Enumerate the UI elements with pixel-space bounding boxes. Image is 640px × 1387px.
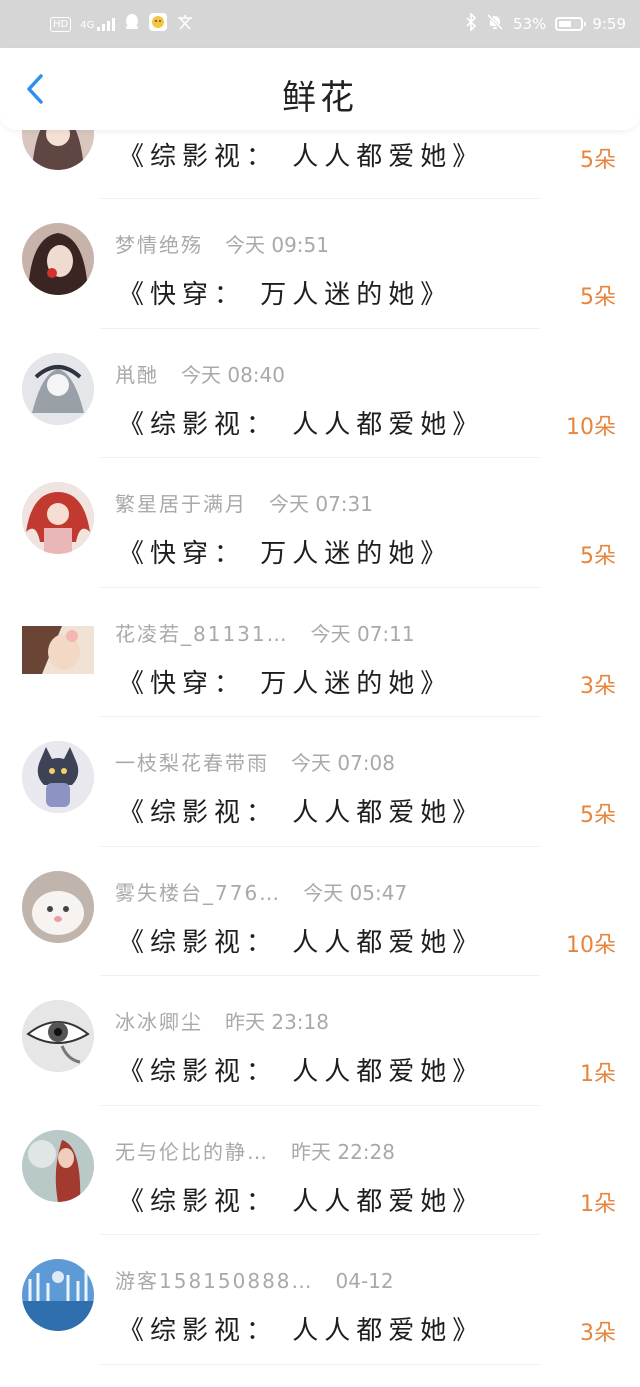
gift-meta: 无与伦比的静… 昨天 22:28 <box>115 1136 395 1165</box>
flower-count: 3朵 <box>580 1321 616 1346</box>
flower-count: 1朵 <box>580 1191 616 1217</box>
user-name[interactable]: 无与伦比的静… <box>115 1136 269 1165</box>
flower-count: 10朵 <box>566 932 616 958</box>
book-title[interactable]: 《综影视： 人人都爱她》 <box>118 1181 484 1218</box>
flower-gift-list: 《综影视： 人人都爱她》 5朵 梦情绝殇 今天 09:51 《快穿： 万人迷的她… <box>0 130 640 1387</box>
battery-icon <box>555 17 587 31</box>
user-name[interactable]: 鼡酏 <box>115 359 159 388</box>
timestamp: 昨天 22:28 <box>291 1139 395 1164</box>
4g-signal-icon: 4G <box>80 17 116 31</box>
flower-count: 5朵 <box>580 285 616 310</box>
list-item[interactable]: 花凌若_81131… 今天 07:11 《快穿： 万人迷的她》 3朵 <box>0 588 640 717</box>
book-title[interactable]: 《综影视： 人人都爱她》 <box>118 922 484 959</box>
hd-icon: HD <box>50 16 72 32</box>
flower-count: 5朵 <box>580 544 616 569</box>
flower-count: 1朵 <box>580 1062 616 1087</box>
qq-penguin-icon <box>124 13 140 35</box>
timestamp: 今天 05:47 <box>303 880 408 905</box>
flower-count: 5朵 <box>580 803 616 828</box>
book-title[interactable]: 《快穿： 万人迷的她》 <box>118 663 452 700</box>
timestamp: 今天 07:11 <box>310 621 415 646</box>
timestamp: 今天 09:51 <box>225 233 329 257</box>
avatar[interactable] <box>22 1000 94 1072</box>
list-item[interactable]: 游客158150888… 04-12 《综影视： 人人都爱她》 3朵 <box>0 1235 640 1365</box>
gift-meta: 梦情绝殇 今天 09:51 <box>115 229 329 258</box>
gift-meta: 一枝梨花春带雨 今天 07:08 <box>115 747 395 776</box>
gift-meta: 游客158150888… 04-12 <box>115 1265 394 1294</box>
user-name[interactable]: 冰冰卿尘 <box>115 1006 203 1035</box>
text-icon <box>176 14 194 34</box>
flower-count: 10朵 <box>566 414 616 440</box>
user-name[interactable]: 花凌若_81131… <box>115 618 289 647</box>
gift-meta: 鼡酏 今天 08:40 <box>115 359 285 388</box>
status-right: 53% 9:59 <box>465 12 626 35</box>
timestamp: 今天 07:31 <box>269 492 373 516</box>
avatar[interactable] <box>22 625 94 674</box>
battery-percent: 53% <box>512 15 547 33</box>
book-title[interactable]: 《综影视： 人人都爱她》 <box>118 404 484 441</box>
avatar[interactable] <box>22 130 94 170</box>
avatar[interactable] <box>22 223 94 295</box>
flower-count: 3朵 <box>580 673 616 699</box>
gift-meta: 冰冰卿尘 昨天 23:18 <box>115 1006 329 1035</box>
flower-count: 5朵 <box>580 148 616 173</box>
avatar[interactable] <box>22 741 94 813</box>
timestamp: 昨天 23:18 <box>225 1010 329 1034</box>
avatar[interactable] <box>22 352 94 425</box>
page-title: 鲜花 <box>282 78 358 118</box>
list-item[interactable]: 鼡酏 今天 08:40 《综影视： 人人都爱她》 10朵 <box>0 329 640 458</box>
bluetooth-icon <box>465 12 477 35</box>
avatar[interactable] <box>22 482 94 554</box>
list-item[interactable]: 冰冰卿尘 昨天 23:18 《综影视： 人人都爱她》 1朵 <box>0 976 640 1106</box>
status-left: HD 4G <box>50 13 194 35</box>
list-item[interactable]: 一枝梨花春带雨 今天 07:08 《综影视： 人人都爱她》 5朵 <box>0 717 640 847</box>
divider <box>100 1363 540 1365</box>
user-name[interactable]: 繁星居于满月 <box>115 488 247 517</box>
gift-meta: 花凌若_81131… 今天 07:11 <box>115 618 415 647</box>
avatar[interactable] <box>22 1259 94 1331</box>
list-item[interactable]: 《综影视： 人人都爱她》 5朵 <box>0 130 640 199</box>
list-item[interactable]: 无与伦比的静… 昨天 22:28 《综影视： 人人都爱她》 1朵 <box>0 1106 640 1235</box>
user-name[interactable]: 梦情绝殇 <box>115 229 203 258</box>
book-title[interactable]: 《综影视： 人人都爱她》 <box>118 1310 484 1347</box>
user-name[interactable]: 雾失楼台_776… <box>115 877 281 906</box>
timestamp: 今天 07:08 <box>291 751 395 775</box>
user-name[interactable]: 游客158150888… <box>115 1265 314 1294</box>
nav-bar: 鲜花 <box>0 48 640 130</box>
book-title[interactable]: 《综影视： 人人都爱她》 <box>118 792 484 829</box>
book-title[interactable]: 《综影视： 人人都爱她》 <box>118 136 484 173</box>
status-bar: HD 4G 53% 9:59 <box>0 0 640 48</box>
timestamp: 04-12 <box>335 1269 394 1293</box>
app-face-icon <box>149 13 168 35</box>
timestamp: 今天 08:40 <box>181 362 285 387</box>
book-title[interactable]: 《快穿： 万人迷的她》 <box>118 533 452 570</box>
list-item[interactable]: 繁星居于满月 今天 07:31 《快穿： 万人迷的她》 5朵 <box>0 458 640 588</box>
gift-meta: 雾失楼台_776… 今天 05:47 <box>115 877 407 906</box>
book-title[interactable]: 《快穿： 万人迷的她》 <box>118 274 452 311</box>
mute-bell-icon <box>486 13 504 35</box>
avatar[interactable] <box>22 1129 94 1202</box>
gift-meta: 繁星居于满月 今天 07:31 <box>115 488 373 517</box>
clock: 9:59 <box>592 15 626 33</box>
book-title[interactable]: 《综影视： 人人都爱她》 <box>118 1051 484 1088</box>
avatar[interactable] <box>22 870 94 943</box>
list-item[interactable]: 雾失楼台_776… 今天 05:47 《综影视： 人人都爱她》 10朵 <box>0 847 640 976</box>
list-item[interactable]: 梦情绝殇 今天 09:51 《快穿： 万人迷的她》 5朵 <box>0 199 640 329</box>
user-name[interactable]: 一枝梨花春带雨 <box>115 747 269 776</box>
